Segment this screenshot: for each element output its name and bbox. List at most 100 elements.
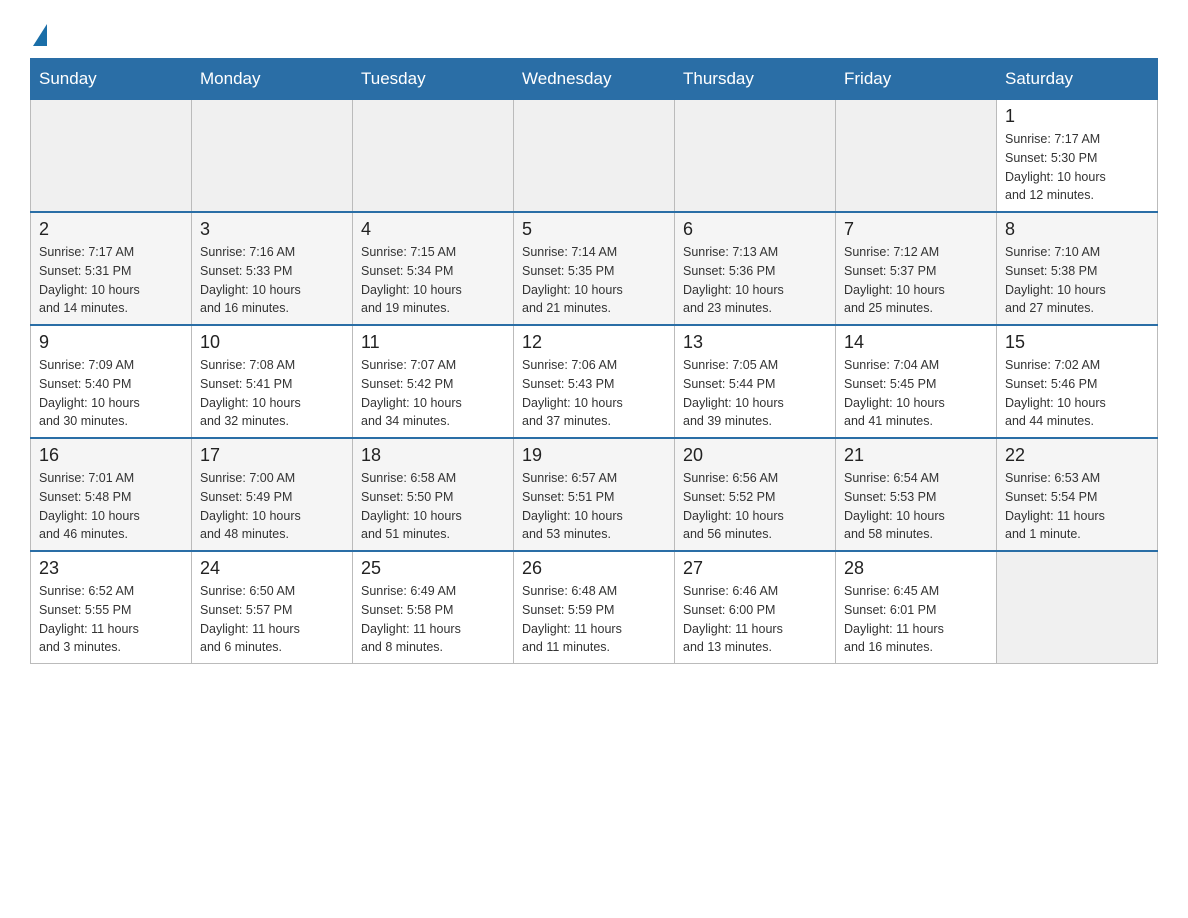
day-info: Sunrise: 7:10 AM Sunset: 5:38 PM Dayligh…	[1005, 243, 1149, 318]
day-number: 3	[200, 219, 344, 240]
calendar-cell: 27 Sunrise: 6:46 AM Sunset: 6:00 PM Dayli…	[675, 551, 836, 664]
calendar-week-row: 16 Sunrise: 7:01 AM Sunset: 5:48 PM Dayli…	[31, 438, 1158, 551]
calendar-cell: 10Sunrise: 7:08 AM Sunset: 5:41 PM Dayli…	[192, 325, 353, 438]
day-info: Sunrise: 6:54 AM Sunset: 5:53 PM Dayligh…	[844, 469, 988, 544]
calendar-week-row: 2Sunrise: 7:17 AM Sunset: 5:31 PM Daylig…	[31, 212, 1158, 325]
calendar-cell: 13 Sunrise: 7:05 AM Sunset: 5:44 PM Dayli…	[675, 325, 836, 438]
calendar-cell: 24 Sunrise: 6:50 AM Sunset: 5:57 PM Dayli…	[192, 551, 353, 664]
day-info: Sunrise: 7:09 AM Sunset: 5:40 PM Dayligh…	[39, 356, 183, 431]
weekday-header-tuesday: Tuesday	[353, 59, 514, 100]
day-info: Sunrise: 6:56 AM Sunset: 5:52 PM Dayligh…	[683, 469, 827, 544]
calendar-cell: 28 Sunrise: 6:45 AM Sunset: 6:01 PM Dayli…	[836, 551, 997, 664]
calendar-cell: 22 Sunrise: 6:53 AM Sunset: 5:54 PM Dayli…	[997, 438, 1158, 551]
calendar-cell: 14 Sunrise: 7:04 AM Sunset: 5:45 PM Dayli…	[836, 325, 997, 438]
calendar-cell: 1 Sunrise: 7:17 AM Sunset: 5:30 PM Daylig…	[997, 100, 1158, 213]
day-number: 25	[361, 558, 505, 579]
day-number: 6	[683, 219, 827, 240]
calendar-cell: 12 Sunrise: 7:06 AM Sunset: 5:43 PM Dayli…	[514, 325, 675, 438]
day-number: 14	[844, 332, 988, 353]
day-info: Sunrise: 7:15 AM Sunset: 5:34 PM Dayligh…	[361, 243, 505, 318]
weekday-header-saturday: Saturday	[997, 59, 1158, 100]
calendar-cell	[675, 100, 836, 213]
day-number: 10	[200, 332, 344, 353]
day-info: Sunrise: 7:17 AM Sunset: 5:30 PM Dayligh…	[1005, 130, 1149, 205]
day-number: 17	[200, 445, 344, 466]
day-info: Sunrise: 6:45 AM Sunset: 6:01 PM Dayligh…	[844, 582, 988, 657]
calendar-cell: 20 Sunrise: 6:56 AM Sunset: 5:52 PM Dayli…	[675, 438, 836, 551]
day-number: 21	[844, 445, 988, 466]
day-info: Sunrise: 7:12 AM Sunset: 5:37 PM Dayligh…	[844, 243, 988, 318]
day-info: Sunrise: 7:00 AM Sunset: 5:49 PM Dayligh…	[200, 469, 344, 544]
day-info: Sunrise: 6:53 AM Sunset: 5:54 PM Dayligh…	[1005, 469, 1149, 544]
day-info: Sunrise: 6:46 AM Sunset: 6:00 PM Dayligh…	[683, 582, 827, 657]
day-number: 26	[522, 558, 666, 579]
day-number: 18	[361, 445, 505, 466]
weekday-header-sunday: Sunday	[31, 59, 192, 100]
day-number: 7	[844, 219, 988, 240]
day-number: 24	[200, 558, 344, 579]
day-number: 22	[1005, 445, 1149, 466]
calendar-week-row: 23 Sunrise: 6:52 AM Sunset: 5:55 PM Dayli…	[31, 551, 1158, 664]
calendar-cell: 19 Sunrise: 6:57 AM Sunset: 5:51 PM Dayli…	[514, 438, 675, 551]
weekday-header-wednesday: Wednesday	[514, 59, 675, 100]
calendar-week-row: 9 Sunrise: 7:09 AM Sunset: 5:40 PM Daylig…	[31, 325, 1158, 438]
calendar-cell: 15Sunrise: 7:02 AM Sunset: 5:46 PM Dayli…	[997, 325, 1158, 438]
day-number: 4	[361, 219, 505, 240]
day-info: Sunrise: 6:49 AM Sunset: 5:58 PM Dayligh…	[361, 582, 505, 657]
day-number: 28	[844, 558, 988, 579]
calendar-cell	[31, 100, 192, 213]
calendar-cell: 17 Sunrise: 7:00 AM Sunset: 5:49 PM Dayli…	[192, 438, 353, 551]
day-info: Sunrise: 6:48 AM Sunset: 5:59 PM Dayligh…	[522, 582, 666, 657]
day-number: 19	[522, 445, 666, 466]
calendar-cell	[192, 100, 353, 213]
day-info: Sunrise: 7:07 AM Sunset: 5:42 PM Dayligh…	[361, 356, 505, 431]
calendar-cell: 11 Sunrise: 7:07 AM Sunset: 5:42 PM Dayli…	[353, 325, 514, 438]
calendar-cell: 6 Sunrise: 7:13 AM Sunset: 5:36 PM Daylig…	[675, 212, 836, 325]
day-info: Sunrise: 6:57 AM Sunset: 5:51 PM Dayligh…	[522, 469, 666, 544]
calendar-week-row: 1 Sunrise: 7:17 AM Sunset: 5:30 PM Daylig…	[31, 100, 1158, 213]
day-info: Sunrise: 6:58 AM Sunset: 5:50 PM Dayligh…	[361, 469, 505, 544]
day-number: 23	[39, 558, 183, 579]
calendar-cell: 16 Sunrise: 7:01 AM Sunset: 5:48 PM Dayli…	[31, 438, 192, 551]
weekday-header-monday: Monday	[192, 59, 353, 100]
day-number: 12	[522, 332, 666, 353]
day-info: Sunrise: 7:13 AM Sunset: 5:36 PM Dayligh…	[683, 243, 827, 318]
calendar-cell	[836, 100, 997, 213]
day-info: Sunrise: 7:01 AM Sunset: 5:48 PM Dayligh…	[39, 469, 183, 544]
day-number: 13	[683, 332, 827, 353]
day-number: 20	[683, 445, 827, 466]
calendar-cell: 25 Sunrise: 6:49 AM Sunset: 5:58 PM Dayli…	[353, 551, 514, 664]
calendar-cell: 7 Sunrise: 7:12 AM Sunset: 5:37 PM Daylig…	[836, 212, 997, 325]
day-number: 11	[361, 332, 505, 353]
calendar-cell: 5Sunrise: 7:14 AM Sunset: 5:35 PM Daylig…	[514, 212, 675, 325]
weekday-header-friday: Friday	[836, 59, 997, 100]
page-header	[30, 20, 1158, 42]
day-number: 1	[1005, 106, 1149, 127]
calendar-table: SundayMondayTuesdayWednesdayThursdayFrid…	[30, 58, 1158, 664]
day-info: Sunrise: 6:50 AM Sunset: 5:57 PM Dayligh…	[200, 582, 344, 657]
day-number: 27	[683, 558, 827, 579]
weekday-header-row: SundayMondayTuesdayWednesdayThursdayFrid…	[31, 59, 1158, 100]
day-info: Sunrise: 7:16 AM Sunset: 5:33 PM Dayligh…	[200, 243, 344, 318]
day-info: Sunrise: 7:14 AM Sunset: 5:35 PM Dayligh…	[522, 243, 666, 318]
day-info: Sunrise: 7:06 AM Sunset: 5:43 PM Dayligh…	[522, 356, 666, 431]
day-info: Sunrise: 7:04 AM Sunset: 5:45 PM Dayligh…	[844, 356, 988, 431]
day-number: 8	[1005, 219, 1149, 240]
calendar-cell	[353, 100, 514, 213]
calendar-cell	[514, 100, 675, 213]
day-number: 9	[39, 332, 183, 353]
day-number: 16	[39, 445, 183, 466]
weekday-header-thursday: Thursday	[675, 59, 836, 100]
day-info: Sunrise: 7:02 AM Sunset: 5:46 PM Dayligh…	[1005, 356, 1149, 431]
day-info: Sunrise: 7:05 AM Sunset: 5:44 PM Dayligh…	[683, 356, 827, 431]
calendar-cell: 23 Sunrise: 6:52 AM Sunset: 5:55 PM Dayli…	[31, 551, 192, 664]
calendar-cell: 8 Sunrise: 7:10 AM Sunset: 5:38 PM Daylig…	[997, 212, 1158, 325]
calendar-cell: 2Sunrise: 7:17 AM Sunset: 5:31 PM Daylig…	[31, 212, 192, 325]
day-info: Sunrise: 7:17 AM Sunset: 5:31 PM Dayligh…	[39, 243, 183, 318]
calendar-cell: 26 Sunrise: 6:48 AM Sunset: 5:59 PM Dayli…	[514, 551, 675, 664]
calendar-cell: 3 Sunrise: 7:16 AM Sunset: 5:33 PM Daylig…	[192, 212, 353, 325]
logo	[30, 20, 47, 42]
calendar-cell	[997, 551, 1158, 664]
logo-triangle-icon	[33, 24, 47, 46]
day-info: Sunrise: 6:52 AM Sunset: 5:55 PM Dayligh…	[39, 582, 183, 657]
